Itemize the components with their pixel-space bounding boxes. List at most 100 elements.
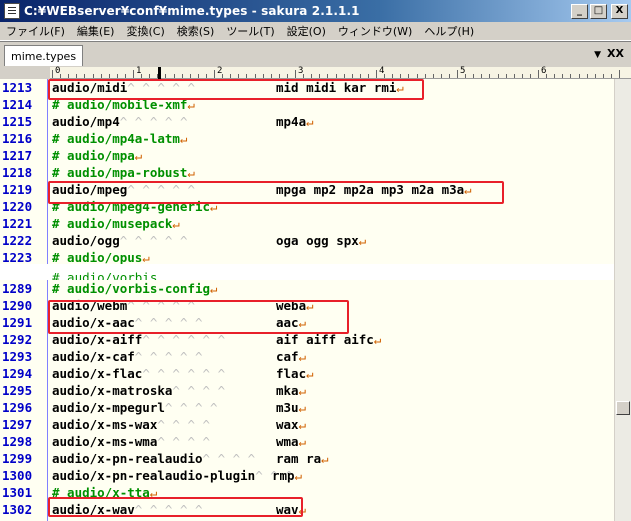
code-line[interactable]: 1214 # audio/mobile-xmf↵ bbox=[0, 96, 612, 113]
mime-type-text: audio/mp4^ ^ ^ ^ ^ mp4a↵ bbox=[52, 113, 314, 130]
minimize-button[interactable]: _ bbox=[571, 3, 588, 19]
partial-line: # audio/vorbis bbox=[52, 270, 158, 280]
comment-content: # audio/opus bbox=[52, 250, 143, 264]
editor-pane-top[interactable]: 1213 audio/midi^ ^ ^ ^ ^ mid midi kar rmi↵… bbox=[0, 79, 631, 264]
line-number: 1298 bbox=[2, 434, 33, 449]
eol-mark: ↵ bbox=[464, 182, 472, 197]
tab-markers: ^ ^ ^ ^ bbox=[164, 400, 218, 415]
code-line[interactable]: 1221 # audio/musepack↵ bbox=[0, 215, 612, 232]
mime-type: audio/x-wav bbox=[52, 502, 135, 517]
ruler: 0 1 2 3 4 5 6 bbox=[0, 66, 631, 79]
line-number: 1300 bbox=[2, 468, 33, 483]
code-line[interactable]: 1295 audio/x-matroska^ ^ ^ ^ mka↵ bbox=[0, 382, 612, 399]
line-number: 1302 bbox=[2, 502, 33, 517]
tab-list-dropdown-icon[interactable]: ▼ bbox=[594, 50, 601, 60]
ruler-tick bbox=[351, 74, 353, 78]
line-number: 1292 bbox=[2, 332, 33, 347]
comment-content: # audio/mpeg4-generic bbox=[52, 199, 211, 214]
mime-type: audio/mp4 bbox=[52, 114, 120, 129]
vertical-scrollbar[interactable] bbox=[614, 79, 631, 521]
eol-mark: ↵ bbox=[298, 383, 307, 398]
code-line[interactable]: 1220 # audio/mpeg4-generic↵ bbox=[0, 198, 612, 215]
ruler-label: 4 bbox=[379, 66, 385, 76]
ruler-tick bbox=[619, 70, 620, 78]
code-line[interactable]: 1289 # audio/vorbis-config↵ bbox=[0, 280, 612, 297]
ruler-tick bbox=[100, 74, 102, 78]
ruler-tick bbox=[343, 74, 345, 78]
code-line[interactable]: 1222 audio/ogg^ ^ ^ ^ ^ oga ogg spx↵ bbox=[0, 232, 612, 249]
code-line[interactable]: 1292 audio/x-aiff^ ^ ^ ^ ^ ^ aif aiff aifc… bbox=[0, 331, 612, 348]
ruler-tick bbox=[367, 74, 369, 78]
mime-type: audio/x-ms-wax bbox=[52, 417, 158, 432]
eol-mark: ↵ bbox=[321, 451, 329, 466]
scrollbar-thumb[interactable] bbox=[616, 401, 630, 415]
comment-content: # audio/mpa-robust bbox=[52, 165, 188, 180]
code-line[interactable]: 1217 # audio/mpa↵ bbox=[0, 147, 612, 164]
code-line[interactable]: 1223 # audio/opus↵ bbox=[0, 249, 612, 264]
code-line[interactable]: 1293 audio/x-caf^ ^ ^ ^ ^ caf↵ bbox=[0, 348, 612, 365]
menu-window[interactable]: ウィンドウ(W) bbox=[332, 23, 418, 39]
menu-convert[interactable]: 変換(C) bbox=[120, 23, 170, 39]
menu-help[interactable]: ヘルプ(H) bbox=[418, 23, 480, 39]
tab-markers: ^ ^ ^ ^ ^ bbox=[134, 502, 203, 517]
mime-type: audio/x-caf bbox=[52, 349, 135, 364]
menu-settings[interactable]: 設定(O) bbox=[281, 23, 332, 39]
eol-mark: ↵ bbox=[294, 468, 303, 483]
code-line[interactable]: 1213 audio/midi^ ^ ^ ^ ^ mid midi kar rmi↵ bbox=[0, 79, 612, 96]
code-line[interactable]: 1302 audio/x-wav^ ^ ^ ^ ^ wav↵ bbox=[0, 501, 612, 518]
code-line[interactable]: 1301 # audio/x-tta↵ bbox=[0, 484, 612, 501]
eol-mark: ↵ bbox=[149, 485, 158, 500]
code-line[interactable]: 1291 audio/x-aac^ ^ ^ ^ ^ aac↵ bbox=[0, 314, 612, 331]
tab-markers: ^ ^ ^ ^ ^ bbox=[119, 233, 188, 248]
file-extensions: aac↵ bbox=[276, 315, 307, 330]
menu-file[interactable]: ファイル(F) bbox=[0, 23, 71, 39]
mime-type-text: audio/x-pn-realaudio-plugin^ ^ ^ rmp↵ bbox=[52, 467, 302, 484]
menu-edit[interactable]: 編集(E) bbox=[71, 23, 121, 39]
file-extensions: wax↵ bbox=[276, 417, 307, 432]
ruler-tick bbox=[165, 74, 167, 78]
file-extensions: flac↵ bbox=[276, 366, 314, 381]
code-line[interactable]: 1290 audio/webm^ ^ ^ ^ ^ weba↵ bbox=[0, 297, 612, 314]
tab-close-button[interactable]: XX bbox=[607, 47, 624, 60]
tab-markers: ^ ^ ^ ^ ^ ^ bbox=[142, 366, 226, 381]
line-number: 1223 bbox=[2, 250, 33, 264]
window-controls: _ □ X bbox=[571, 3, 628, 19]
code-line[interactable]: 1298 audio/x-ms-wma^ ^ ^ ^ wma↵ bbox=[0, 433, 612, 450]
ruler-tick bbox=[359, 74, 361, 78]
mime-type-text: audio/ogg^ ^ ^ ^ ^ oga ogg spx↵ bbox=[52, 232, 366, 249]
editor-pane-bottom[interactable]: 1289 # audio/vorbis-config↵ 1290 audio/webm… bbox=[0, 280, 631, 521]
ruler-tick bbox=[538, 70, 539, 78]
ruler-tick bbox=[92, 74, 94, 78]
ruler-tick bbox=[473, 74, 475, 78]
code-line[interactable]: 1219 audio/mpeg^ ^ ^ ^ ^ mpga mp2 mp2a mp3… bbox=[0, 181, 612, 198]
menu-bar: ファイル(F) 編集(E) 変換(C) 検索(S) ツール(T) 設定(O) ウ… bbox=[0, 22, 631, 41]
ruler-tick bbox=[84, 74, 86, 78]
code-line[interactable]: 1218 # audio/mpa-robust↵ bbox=[0, 164, 612, 181]
ruler-tick bbox=[440, 74, 442, 78]
code-line[interactable]: 1296 audio/x-mpegurl^ ^ ^ ^ m3u↵ bbox=[0, 399, 612, 416]
comment-text: # audio/x-tta↵ bbox=[52, 484, 157, 501]
code-line[interactable]: 1215 audio/mp4^ ^ ^ ^ ^ mp4a↵ bbox=[0, 113, 612, 130]
code-line[interactable]: 1300 audio/x-pn-realaudio-plugin^ ^ ^ rmp↵ bbox=[0, 467, 612, 484]
ruler-tick bbox=[578, 74, 580, 78]
comment-text: # audio/mpa↵ bbox=[52, 147, 142, 164]
tab-mime-types[interactable]: mime.types bbox=[4, 45, 84, 66]
eol-mark: ↵ bbox=[306, 298, 314, 313]
ruler-tick bbox=[68, 74, 70, 78]
menu-tools[interactable]: ツール(T) bbox=[220, 23, 280, 39]
ruler-tick bbox=[521, 74, 523, 78]
code-line[interactable]: 1216 # audio/mp4a-latm↵ bbox=[0, 130, 612, 147]
mime-type: audio/x-ms-wma bbox=[52, 434, 158, 449]
code-line[interactable]: 1299 audio/x-pn-realaudio^ ^ ^ ^ ram ra↵ bbox=[0, 450, 612, 467]
tab-markers: ^ ^ ^ ^ ^ bbox=[134, 349, 203, 364]
code-line[interactable]: 1297 audio/x-ms-wax^ ^ ^ ^ wax↵ bbox=[0, 416, 612, 433]
eol-mark: ↵ bbox=[396, 80, 404, 95]
maximize-button[interactable]: □ bbox=[590, 3, 607, 19]
mime-type-text: audio/x-caf^ ^ ^ ^ ^ caf↵ bbox=[52, 348, 306, 365]
menu-search[interactable]: 検索(S) bbox=[171, 23, 221, 39]
line-number: 1217 bbox=[2, 148, 33, 163]
code-line[interactable]: 1294 audio/x-flac^ ^ ^ ^ ^ ^ flac↵ bbox=[0, 365, 612, 382]
ruler-tick bbox=[262, 74, 264, 78]
close-button[interactable]: X bbox=[611, 3, 628, 19]
ruler-tick bbox=[602, 74, 604, 78]
